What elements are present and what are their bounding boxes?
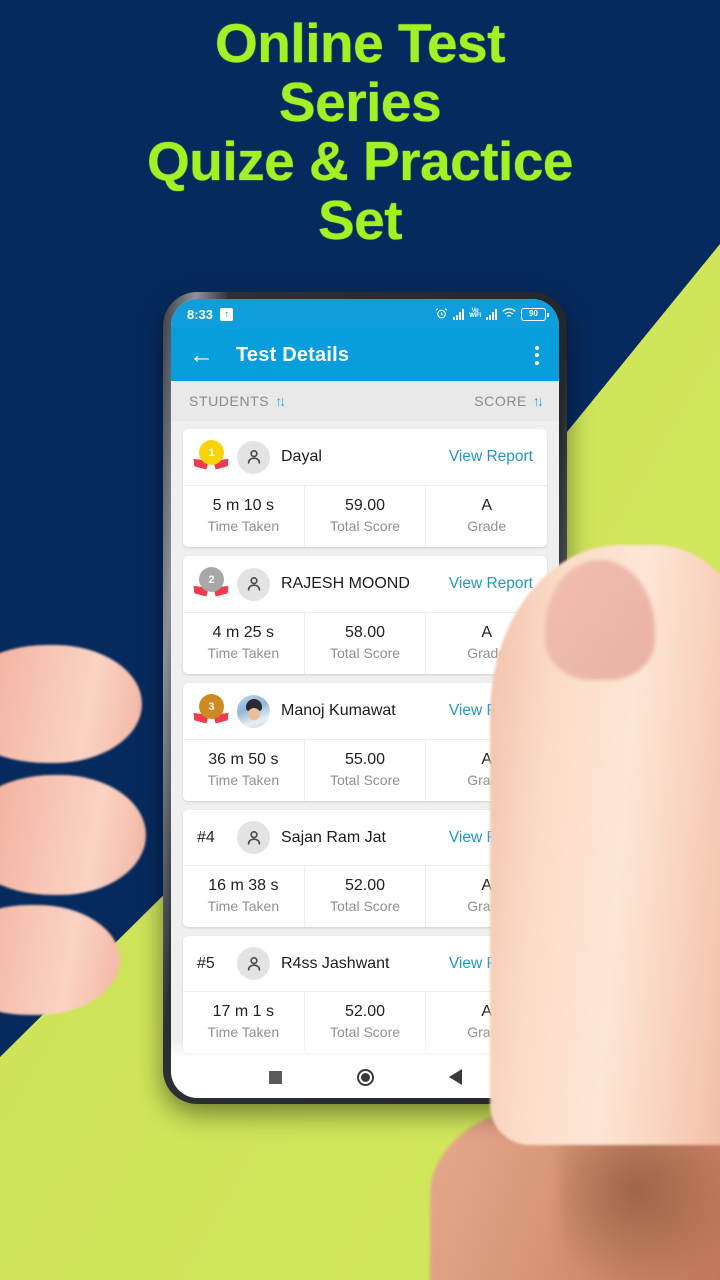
stat-label: Time Taken [207,518,280,534]
view-report-link[interactable]: View Report [449,448,533,466]
stat-total-score: 55.00 Total Score [303,740,426,801]
stat-label: Total Score [329,645,401,661]
stat-value: 55.00 [344,751,386,768]
stat-label: Total Score [329,898,401,914]
student-name: Sajan Ram Jat [281,828,386,846]
headline-line-2: Series [278,71,442,133]
stat-value: 52.00 [344,877,386,894]
avatar [237,567,270,601]
stat-total-score: 59.00 Total Score [303,486,426,547]
stat-time-taken: 36 m 50 s Time Taken [183,740,304,801]
promo-screenshot: Online Test Series Quize & Practice Set … [0,0,720,1280]
stat-label: Total Score [329,772,401,788]
headline-line-4: Set [317,189,403,251]
stat-value: 5 m 10 s [212,497,275,514]
rank-number: 1 [199,440,224,465]
stat-time-taken: 5 m 10 s Time Taken [183,486,304,547]
vowifi-bottom: WiFi [469,313,481,319]
stat-value: 52.00 [344,1003,386,1020]
circle-home-icon[interactable] [356,1068,374,1086]
wifi-icon [502,307,516,321]
sort-arrows-icon: ↑↓ [275,393,286,409]
stat-value: 17 m 1 s [212,1003,275,1020]
alarm-icon [435,307,448,322]
app-bar: ← Test Details [171,329,559,381]
status-bar-time: 8:33 [187,306,214,322]
student-stats: 4 m 25 s Time Taken 58.00 Total Score A … [183,612,547,674]
upload-badge-icon: ↑ [220,307,234,321]
headline-line-3: Quize & Practice [146,130,574,192]
stat-value: 4 m 25 s [212,624,275,641]
rank-number: 3 [199,694,224,719]
stat-value: 16 m 38 s [208,877,279,894]
stat-value: 58.00 [344,624,386,641]
student-name: Dayal [281,448,322,465]
stat-label: Time Taken [207,1024,280,1040]
medal-gold-icon: 1 [195,440,227,474]
sort-students[interactable]: STUDENTS ↑↓ [189,393,286,409]
list-item[interactable]: 2 RAJESH MOOND View Report 4 m 25 s Time… [183,556,547,674]
square-recents-icon[interactable] [268,1070,282,1084]
stat-total-score: 52.00 Total Score [303,992,426,1053]
signal-bars-2-icon [486,308,497,320]
signal-bars-icon [453,308,465,320]
stat-label: Time Taken [207,898,280,914]
view-report-link[interactable]: View Report [449,575,533,593]
student-name: Manoj Kumawat [281,702,396,719]
stat-value: 59.00 [344,497,386,514]
stat-grade: A Grade [425,486,547,547]
headline-line-1: Online Test [215,12,505,74]
stat-value: 36 m 50 s [208,751,279,768]
avatar [237,440,270,474]
stat-label: Time Taken [207,645,280,661]
medal-bronze-icon: 3 [195,694,227,728]
avatar [237,694,270,728]
sort-students-label: STUDENTS [189,393,270,409]
stat-label: Total Score [329,518,401,534]
page-title: Online Test Series Quize & Practice Set [0,14,720,250]
rank-number: #4 [197,828,215,846]
sort-score[interactable]: SCORE ↑↓ [474,393,544,409]
stat-time-taken: 16 m 38 s Time Taken [183,866,304,927]
stat-total-score: 58.00 Total Score [303,613,426,674]
student-name: RAJESH MOOND [281,575,410,592]
stat-label: Total Score [329,1024,401,1040]
stat-label: Time Taken [207,772,280,788]
stat-value: A [481,497,493,514]
avatar [237,947,270,980]
sort-score-label: SCORE [474,393,527,409]
stat-label: Grade [467,518,507,534]
vowifi-icon: Vo WiFi [469,308,481,319]
sort-header-row: STUDENTS ↑↓ SCORE ↑↓ [171,381,559,421]
stat-total-score: 52.00 Total Score [303,866,426,927]
status-bar: 8:33 ↑ Vo WiFi 90 [171,299,559,329]
student-row-header: 2 RAJESH MOOND View Report [183,556,547,612]
medal-silver-icon: 2 [195,567,227,601]
list-item[interactable]: 1 Dayal View Report 5 m 10 s Time Taken … [183,429,547,547]
student-row-header: 1 Dayal View Report [183,429,547,485]
rank-number: 2 [199,567,224,592]
app-bar-title: Test Details [236,343,350,366]
student-stats: 5 m 10 s Time Taken 59.00 Total Score A … [183,485,547,547]
battery-icon: 90 [521,307,549,321]
more-vertical-icon[interactable] [529,341,545,370]
triangle-back-icon[interactable] [448,1069,462,1085]
stat-time-taken: 17 m 1 s Time Taken [183,992,304,1053]
student-name: R4ss Jashwant [281,954,390,972]
sort-arrows-icon: ↑↓ [533,393,544,409]
stat-time-taken: 4 m 25 s Time Taken [183,613,304,674]
back-arrow-icon[interactable]: ← [189,342,214,368]
rank-number: #5 [197,954,215,972]
avatar [237,821,270,854]
